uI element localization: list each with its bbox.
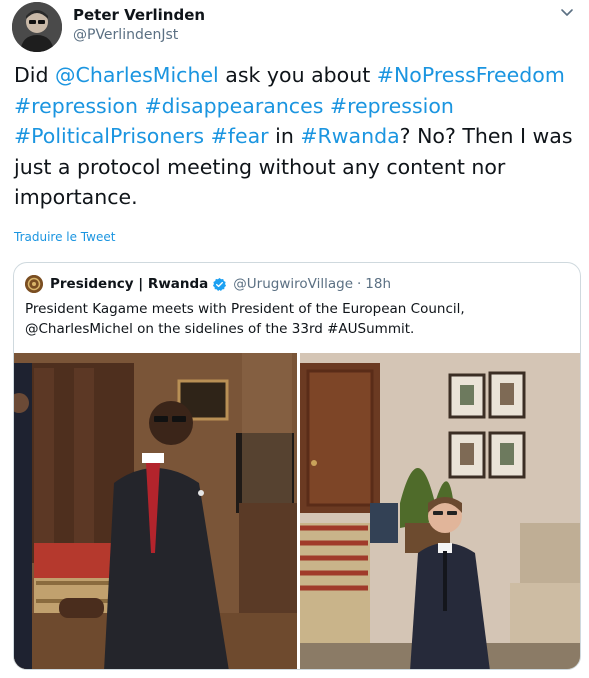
author-avatar[interactable] [12, 2, 62, 52]
quoted-text-line-2: @CharlesMichel on the sidelines of the 3… [25, 321, 415, 337]
hashtag-link[interactable]: #NoPressFreedom [377, 63, 565, 87]
quoted-display-name: Presidency | Rwanda [50, 276, 209, 292]
quoted-tweet-header: Presidency | Rwanda @UrugwiroVillage · 1… [25, 274, 391, 294]
hashtag-link[interactable]: #PoliticalPrisoners [14, 124, 204, 148]
quoted-tweet-text: President Kagame meets with President of… [25, 299, 570, 339]
author-display-name[interactable]: Peter Verlinden [73, 5, 205, 25]
verified-badge-icon [213, 277, 227, 291]
quoted-handle: @UrugwiroVillage [233, 276, 353, 292]
chevron-down-icon[interactable] [559, 4, 575, 20]
mention-link[interactable]: @CharlesMichel [55, 63, 219, 87]
hashtag-link[interactable]: #repression [330, 94, 454, 118]
quoted-timestamp: 18h [365, 276, 392, 292]
quoted-photo-1[interactable] [14, 353, 297, 669]
quoted-author-avatar [25, 275, 43, 293]
tweet-text: Did @CharlesMichel ask you about #NoPres… [14, 60, 584, 213]
tweet-text-segment: ask you about [218, 63, 377, 87]
hashtag-link[interactable]: #disappearances [145, 94, 324, 118]
quoted-text-line-1: President Kagame meets with President of… [25, 301, 465, 317]
translate-tweet-link[interactable]: Traduire le Tweet [14, 230, 115, 244]
tweet-text-segment: Did [14, 63, 56, 87]
hashtag-link[interactable]: #fear [211, 124, 269, 148]
quoted-separator: · [357, 276, 362, 292]
quoted-tweet[interactable]: Presidency | Rwanda @UrugwiroVillage · 1… [13, 262, 581, 670]
hashtag-link[interactable]: #Rwanda [300, 124, 399, 148]
author-handle[interactable]: @PVerlindenJst [73, 25, 205, 45]
tweet-text-segment: in [268, 124, 301, 148]
tweet-author[interactable]: Peter Verlinden @PVerlindenJst [73, 5, 205, 45]
quoted-photo-2[interactable] [300, 353, 580, 669]
hashtag-link[interactable]: #repression [14, 94, 138, 118]
